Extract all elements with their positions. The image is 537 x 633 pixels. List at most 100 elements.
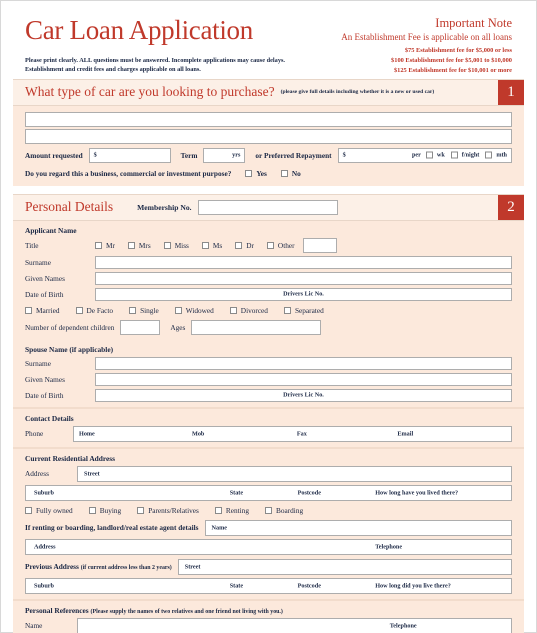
frequency-checkbox-fnight[interactable] (450, 151, 458, 159)
spouse-given-names-label: Given Names (25, 374, 65, 384)
landlord-address-label: Address (34, 543, 56, 551)
marital-label-single: Single (140, 305, 159, 315)
landlord-name-input[interactable]: Name (204, 519, 512, 536)
applicant-dob-row: Date of Birth Drivers Lic No. (25, 287, 512, 301)
vehicle-details-input-line2[interactable] (25, 128, 512, 144)
fee-line-2: $100 Establishment fee for $5,001 to $10… (391, 57, 512, 65)
tenure-checkbox-boarding[interactable] (264, 506, 272, 514)
section1-header: What type of car are you looking to purc… (13, 79, 524, 106)
title-checkbox-other[interactable] (266, 241, 274, 249)
important-note-block: Important Note An Establishment Fee is a… (341, 16, 512, 76)
landlord-question-label: If renting or boarding, landlord/real es… (25, 523, 199, 533)
frequency-label-wk: wk (436, 151, 445, 159)
dependents-ages-input[interactable] (191, 319, 322, 335)
previous-address-hint: (if current address less than 2 years) (80, 565, 172, 572)
business-purpose-checkbox-no[interactable] (280, 169, 288, 177)
reference-1-name-label: Name (25, 621, 43, 631)
title-label-mrs: Mrs (138, 240, 151, 250)
previous-suburb-label: Suburb (34, 582, 54, 590)
tenure-label-fully-owned: Fully owned (36, 505, 73, 515)
tenure-checkbox-buying[interactable] (88, 506, 96, 514)
amount-currency-prefix: $ (93, 151, 97, 159)
marital-label-married: Married (36, 305, 60, 315)
spouse-dob-row: Date of Birth Drivers Lic No. (25, 388, 512, 402)
important-note-title: Important Note (435, 16, 512, 30)
spouse-surname-row: Surname (25, 356, 512, 370)
spouse-given-names-input[interactable] (95, 372, 512, 386)
marital-checkbox-married[interactable] (25, 306, 32, 314)
title-checkbox-miss[interactable] (163, 241, 171, 249)
personal-references-hint: (Please supply the names of two relative… (90, 608, 283, 615)
current-address-label: Address (25, 469, 49, 479)
dependents-row: Number of dependent children Ages (25, 319, 512, 335)
marital-status-row: Married De Facto Single Widowed Divorced… (25, 306, 512, 315)
marital-checkbox-single[interactable] (129, 306, 137, 314)
marital-checkbox-widowed[interactable] (174, 306, 182, 314)
frequency-checkbox-wk[interactable] (425, 151, 433, 159)
applicant-given-names-row: Given Names (25, 271, 512, 285)
current-address-suburb-input[interactable]: Suburb State Postcode How long have you … (25, 484, 512, 501)
landlord-address-input[interactable]: Address Telephone (25, 538, 512, 555)
applicant-given-names-label: Given Names (25, 273, 65, 283)
spouse-surname-input[interactable] (95, 356, 512, 370)
spouse-dob-and-licence-input[interactable]: Drivers Lic No. (95, 388, 512, 402)
section-vehicle-purchase: What type of car are you looking to purc… (13, 79, 524, 186)
marital-checkbox-de-facto[interactable] (75, 306, 83, 314)
dependents-count-input[interactable] (120, 319, 161, 335)
marital-label-de-facto: De Facto (86, 305, 114, 315)
title-label-miss: Miss (174, 240, 189, 250)
section1-badge: 1 (498, 80, 524, 105)
current-how-long-label: How long have you lived there? (375, 489, 459, 497)
section2-header: Personal Details Membership No. 2 (13, 193, 524, 221)
title-checkbox-dr[interactable] (235, 241, 243, 249)
business-purpose-label-no: No (291, 168, 301, 178)
membership-no-input[interactable] (197, 199, 338, 215)
phone-inputs[interactable]: Home Mob Fax Email (73, 425, 512, 442)
spouse-name-header: Spouse Name (if applicable) (25, 344, 114, 354)
business-purpose-question: Do you regard this a business, commercia… (25, 168, 232, 178)
phone-fax-label: Fax (296, 430, 307, 438)
marital-checkbox-separated[interactable] (283, 306, 291, 314)
membership-no-label: Membership No. (137, 202, 192, 212)
ages-label: Ages (170, 322, 186, 332)
applicant-surname-input[interactable] (95, 255, 512, 269)
marital-label-separated: Separated (294, 305, 324, 315)
tenure-row: Fully owned Buying Parents/Relatives Ren… (25, 506, 512, 515)
tenure-checkbox-parents-relatives[interactable] (137, 506, 145, 514)
current-address-suburb-row: Suburb State Postcode How long have you … (25, 484, 512, 501)
tenure-label-buying: Buying (99, 505, 122, 515)
title-checkbox-mrs[interactable] (127, 241, 135, 249)
applicant-given-names-input[interactable] (95, 271, 512, 285)
business-purpose-checkbox-yes[interactable] (245, 169, 253, 177)
reference-1-name-input[interactable]: Telephone (77, 617, 512, 633)
previous-street-label: Street (184, 563, 201, 571)
current-address-street-row: Address Street (25, 465, 512, 482)
title-other-input[interactable] (302, 237, 337, 253)
frequency-checkbox-mth[interactable] (485, 151, 493, 159)
tenure-checkbox-renting[interactable] (214, 506, 222, 514)
previous-address-suburb-input[interactable]: Suburb State Postcode How long did you l… (25, 577, 512, 594)
car-loan-application-page: Car Loan Application Please print clearl… (0, 0, 537, 633)
applicant-drivers-lic-label: Drivers Lic No. (283, 290, 324, 298)
tenure-checkbox-fully-owned[interactable] (25, 506, 32, 514)
previous-address-label: Previous Address (if current address les… (25, 562, 172, 571)
marital-checkbox-divorced[interactable] (229, 306, 237, 314)
amount-requested-input[interactable]: $ (88, 147, 171, 163)
reference-1-name-row: Name Telephone (25, 617, 512, 633)
landlord-details-row: If renting or boarding, landlord/real es… (25, 519, 512, 536)
applicant-dob-and-licence-input[interactable]: Drivers Lic No. (95, 287, 512, 301)
phone-email-label: Email (397, 430, 414, 438)
title-checkbox-ms[interactable] (201, 241, 209, 249)
current-address-street-input[interactable]: Street (77, 465, 512, 482)
previous-address-street-row: Previous Address (if current address les… (25, 558, 512, 575)
term-input[interactable]: yrs (203, 147, 246, 163)
title-checkbox-mr[interactable] (95, 241, 102, 249)
applicant-name-block: Applicant Name Title Mr Mrs Miss Ms Dr O… (13, 220, 524, 340)
vehicle-details-input-line1[interactable] (25, 111, 512, 127)
title-label-other: Other (277, 240, 295, 250)
preferred-repayment-input[interactable]: $ per wk f/night mth (337, 147, 512, 163)
applicant-surname-row: Surname (25, 255, 512, 269)
previous-address-street-input[interactable]: Street (177, 558, 512, 575)
reference-1-telephone-label: Telephone (389, 622, 417, 630)
business-purpose-label-yes: Yes (256, 168, 267, 178)
